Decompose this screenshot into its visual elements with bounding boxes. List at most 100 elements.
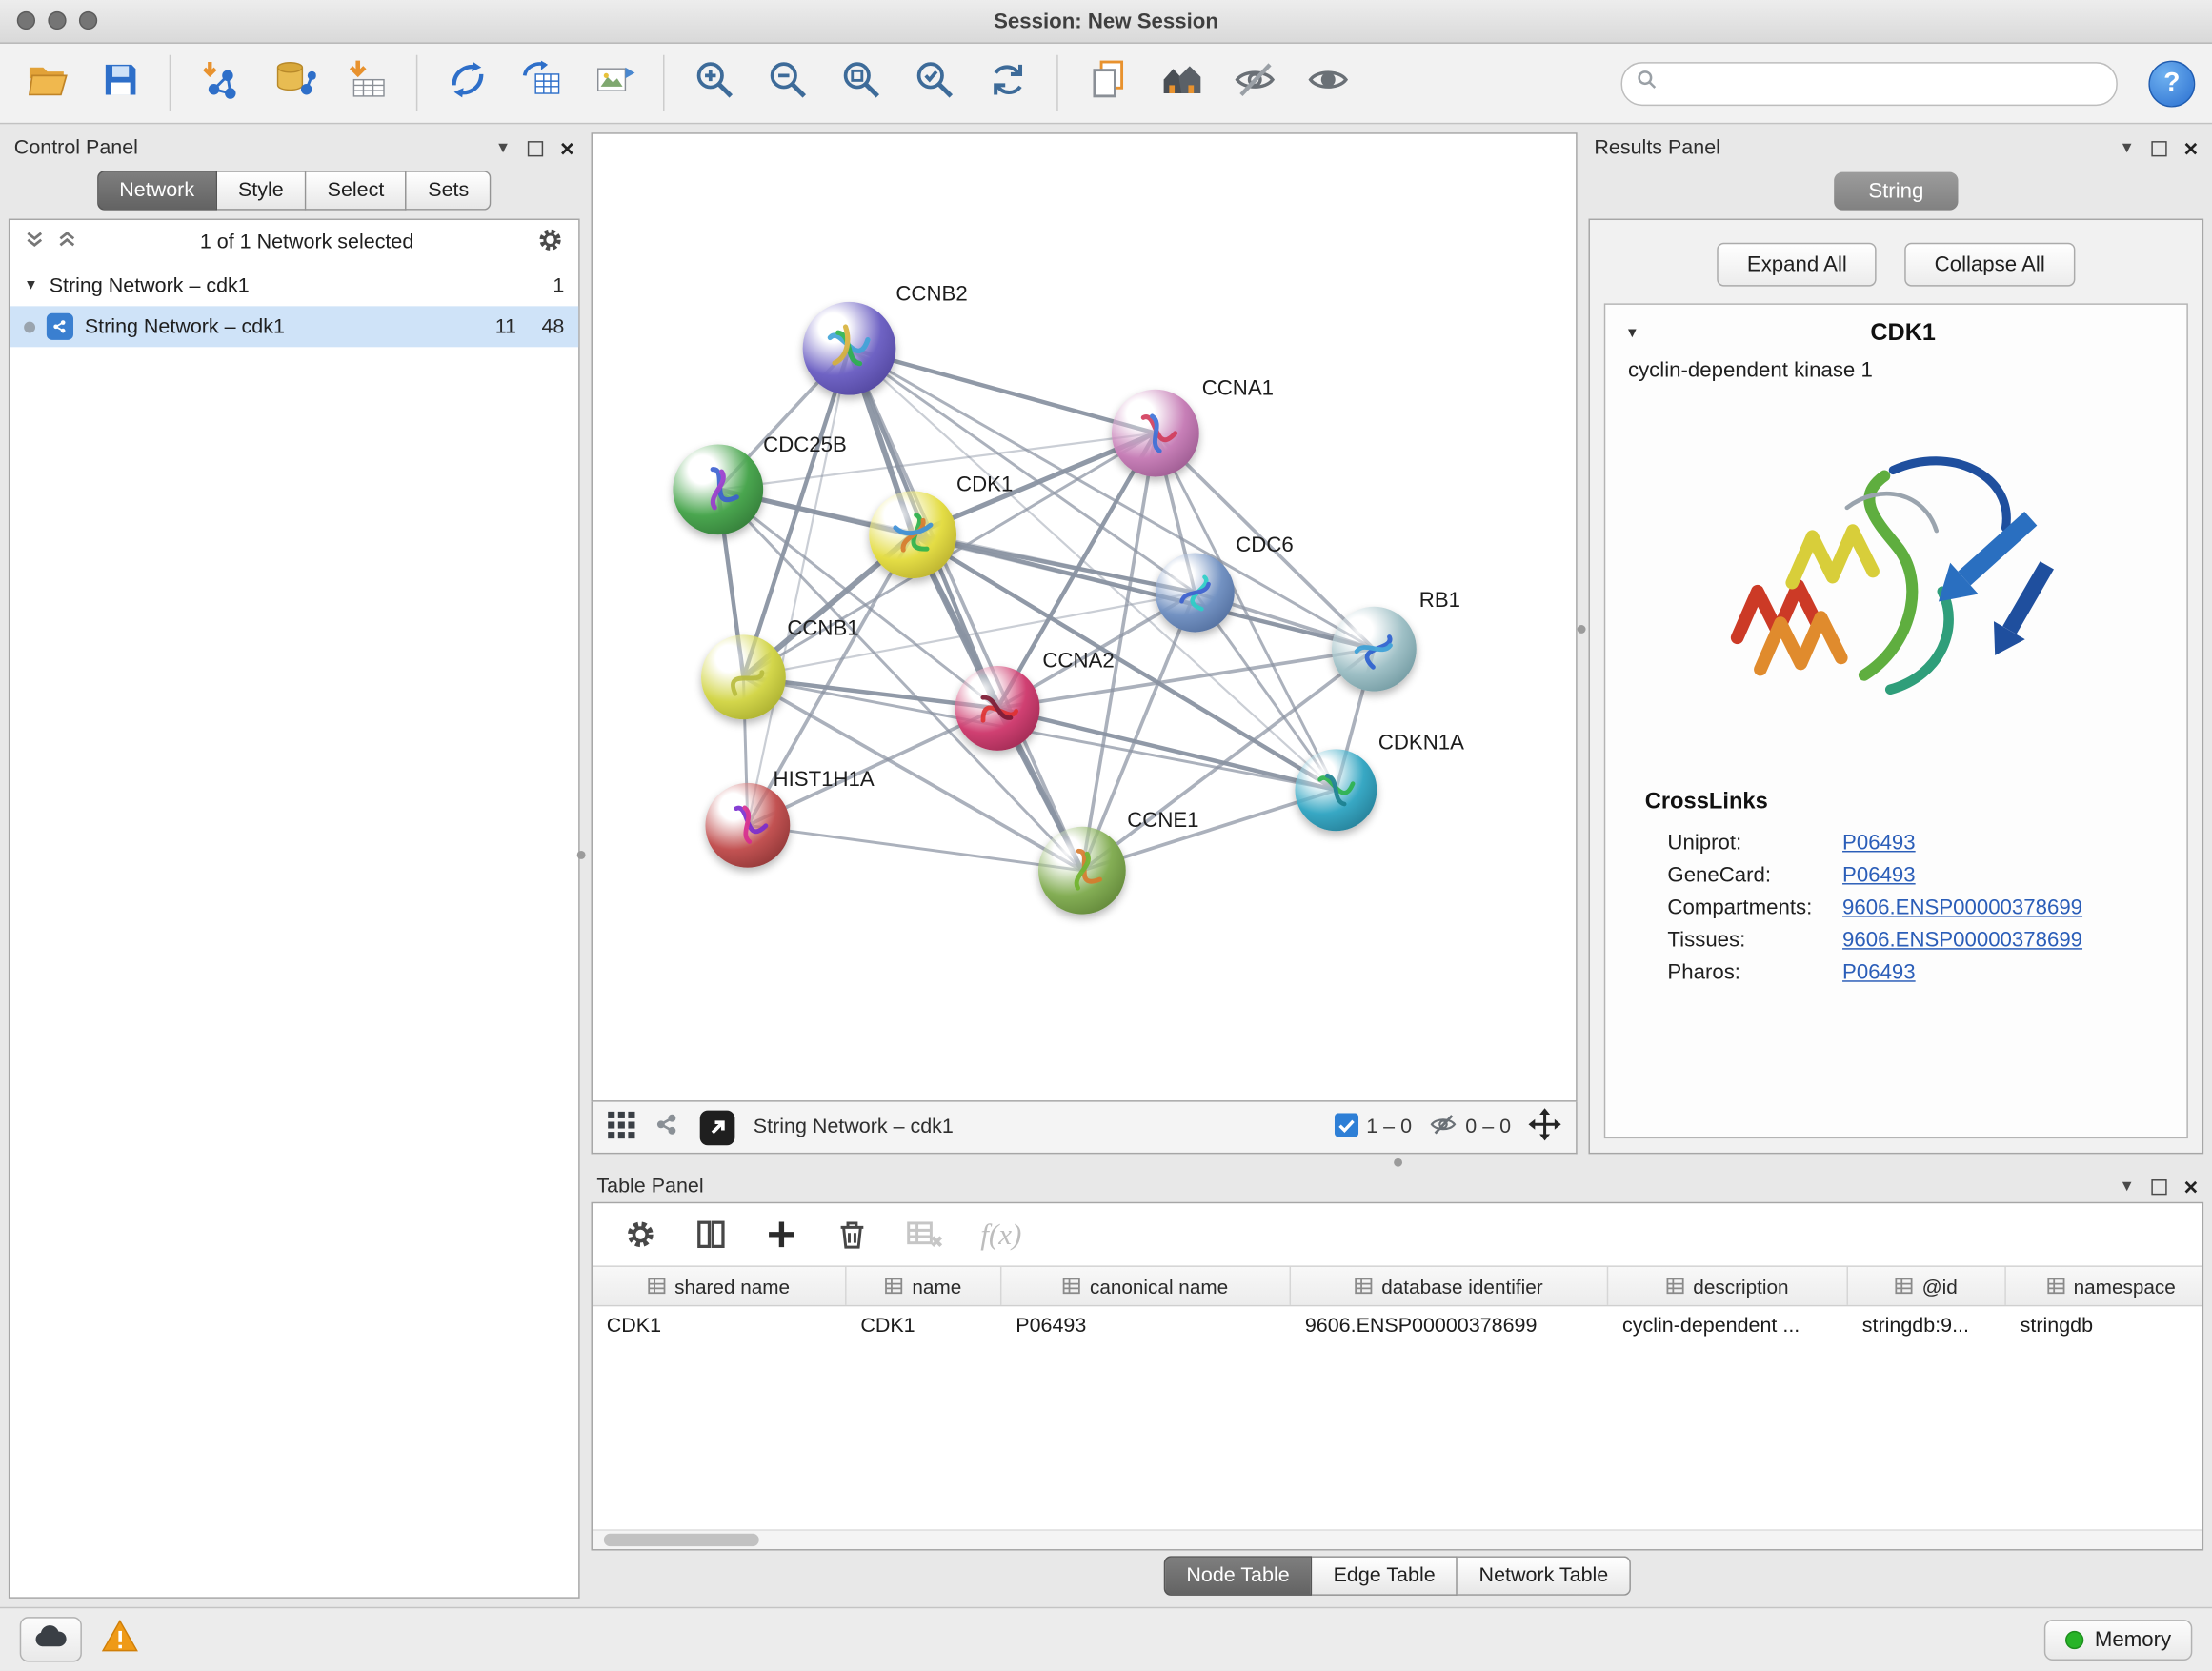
tab-string[interactable]: String <box>1835 172 1958 211</box>
network-button[interactable] <box>437 53 496 112</box>
column-header-description[interactable]: description <box>1608 1267 1848 1305</box>
expand-all-icon[interactable] <box>56 229 77 257</box>
network-node-CCNA2[interactable] <box>955 666 1040 751</box>
zoom-window-button[interactable] <box>79 11 97 30</box>
tab-network-table[interactable]: Network Table <box>1458 1556 1631 1595</box>
table-row[interactable]: CDK1CDK1P064939606.ENSP00000378699cyclin… <box>593 1306 2202 1344</box>
network-node-CCNA1[interactable] <box>1112 390 1199 477</box>
export-image-button[interactable] <box>584 53 643 112</box>
network-node-CCNE1[interactable] <box>1038 827 1126 915</box>
cloud-button[interactable] <box>20 1617 82 1661</box>
column-header-name[interactable]: name <box>847 1267 1002 1305</box>
network-node-CDKN1A[interactable] <box>1295 749 1377 831</box>
zoom-fit-button[interactable] <box>831 53 890 112</box>
collapse-all-icon[interactable] <box>24 229 45 257</box>
column-header-database-identifier[interactable]: database identifier <box>1291 1267 1608 1305</box>
float-panel-icon[interactable] <box>2151 1178 2166 1194</box>
table-settings-gear-icon[interactable] <box>624 1218 658 1252</box>
cloud-icon <box>34 1623 69 1656</box>
column-header-canonical-name[interactable]: canonical name <box>1001 1267 1291 1305</box>
crosslink-value-link[interactable]: P06493 <box>1842 831 1916 855</box>
hidden-eye-slash-icon[interactable] <box>1429 1110 1458 1144</box>
show-all-button[interactable] <box>1297 53 1357 112</box>
tab-edge-table[interactable]: Edge Table <box>1312 1556 1458 1595</box>
gear-icon[interactable] <box>536 225 565 260</box>
selected-checkbox-icon[interactable] <box>1334 1113 1357 1142</box>
add-column-plus-icon[interactable] <box>765 1218 799 1252</box>
network-item-row[interactable]: String Network – cdk1 11 48 <box>10 306 578 347</box>
table-horizontal-scrollbar[interactable] <box>593 1529 2202 1549</box>
tab-sets[interactable]: Sets <box>407 171 492 210</box>
expand-all-button[interactable]: Expand All <box>1718 243 1877 287</box>
home-button[interactable] <box>1151 53 1210 112</box>
close-panel-icon[interactable]: × <box>2184 1175 2199 1198</box>
save-session-button[interactable] <box>90 53 150 112</box>
warning-icon[interactable] <box>102 1619 139 1660</box>
collapse-panel-icon[interactable]: ▼ <box>2120 140 2135 157</box>
collapse-section-icon[interactable]: ▼ <box>1625 325 1639 340</box>
copy-button[interactable] <box>1077 53 1136 112</box>
crosslink-value-link[interactable]: P06493 <box>1842 960 1916 984</box>
help-button[interactable]: ? <box>2148 60 2195 107</box>
float-panel-icon[interactable] <box>528 140 543 155</box>
network-node-HIST1H1A[interactable] <box>705 783 790 868</box>
scrollbar-thumb[interactable] <box>604 1534 759 1546</box>
results-panel-title: Results Panel <box>1594 137 1719 160</box>
table-scroll-area[interactable]: shared namenamecanonical namedatabase id… <box>593 1265 2202 1529</box>
share-view-icon[interactable] <box>654 1110 682 1144</box>
column-header-namespace[interactable]: namespace <box>2006 1267 2202 1305</box>
tree-expand-icon[interactable]: ▼ <box>24 278 38 293</box>
network-node-CCNB2[interactable] <box>803 302 896 395</box>
tab-network[interactable]: Network <box>97 171 217 210</box>
tab-style[interactable]: Style <box>217 171 307 210</box>
search-field[interactable] <box>1621 61 2118 105</box>
search-input[interactable] <box>1666 70 2102 96</box>
string-network-icon <box>47 313 73 340</box>
zoom-out-button[interactable] <box>757 53 816 112</box>
collapse-panel-icon[interactable]: ▼ <box>2120 1178 2135 1196</box>
network-from-table-button[interactable] <box>511 53 570 112</box>
delete-column-trash-icon[interactable] <box>835 1218 870 1252</box>
network-selection-row: 1 of 1 Network selected <box>10 220 578 265</box>
close-panel-icon[interactable]: × <box>2184 136 2199 160</box>
network-node-RB1[interactable] <box>1332 607 1417 692</box>
network-list-box: 1 of 1 Network selected ▼ String Network… <box>9 219 580 1599</box>
memory-button[interactable]: Memory <box>2044 1619 2193 1660</box>
close-panel-icon[interactable]: × <box>560 136 574 160</box>
minimize-window-button[interactable] <box>48 11 66 30</box>
column-header-shared-name[interactable]: shared name <box>593 1267 847 1305</box>
hide-selected-button[interactable] <box>1224 53 1283 112</box>
birds-eye-view-button[interactable] <box>698 1108 736 1146</box>
fit-content-crosshair-icon[interactable] <box>1528 1108 1562 1147</box>
network-canvas[interactable]: CCNB2CCNA1CDC25BCDK1CDC6RB1CCNB1CCNA2CDK… <box>591 132 1577 1101</box>
tab-select[interactable]: Select <box>306 171 407 210</box>
import-table-button[interactable] <box>337 53 396 112</box>
collapse-all-button[interactable]: Collapse All <box>1905 243 2075 287</box>
network-node-CCNB1[interactable] <box>701 634 786 719</box>
zoom-in-button[interactable] <box>684 53 743 112</box>
network-collection-row[interactable]: ▼ String Network – cdk1 1 <box>10 265 578 306</box>
close-window-button[interactable] <box>17 11 35 30</box>
open-session-button[interactable] <box>17 53 76 112</box>
crosslink-value-link[interactable]: 9606.ENSP00000378699 <box>1842 928 2082 952</box>
horizontal-splitter[interactable] <box>591 1154 2203 1171</box>
import-network-file-button[interactable] <box>191 53 250 112</box>
network-node-CDC6[interactable] <box>1156 554 1235 633</box>
toolbar-separator <box>1056 55 1057 111</box>
crosslink-value-link[interactable]: 9606.ENSP00000378699 <box>1842 896 2082 919</box>
refresh-view-button[interactable] <box>977 53 1036 112</box>
import-network-database-button[interactable] <box>264 53 323 112</box>
crosslink-value-link[interactable]: P06493 <box>1842 863 1916 887</box>
tab-node-table[interactable]: Node Table <box>1164 1556 1313 1595</box>
float-panel-icon[interactable] <box>2151 140 2166 155</box>
right-splitter-handle[interactable] <box>1578 625 1586 634</box>
network-node-CDK1[interactable] <box>869 491 956 578</box>
column-header-@id[interactable]: @id <box>1848 1267 2006 1305</box>
show-columns-icon[interactable] <box>694 1218 729 1252</box>
collapse-panel-icon[interactable]: ▼ <box>495 140 511 157</box>
network-edges-layer[interactable] <box>593 134 1578 1102</box>
left-splitter-handle[interactable] <box>577 851 586 859</box>
grid-view-icon[interactable] <box>607 1110 636 1145</box>
network-node-CDC25B[interactable] <box>673 444 763 534</box>
zoom-selected-button[interactable] <box>904 53 963 112</box>
